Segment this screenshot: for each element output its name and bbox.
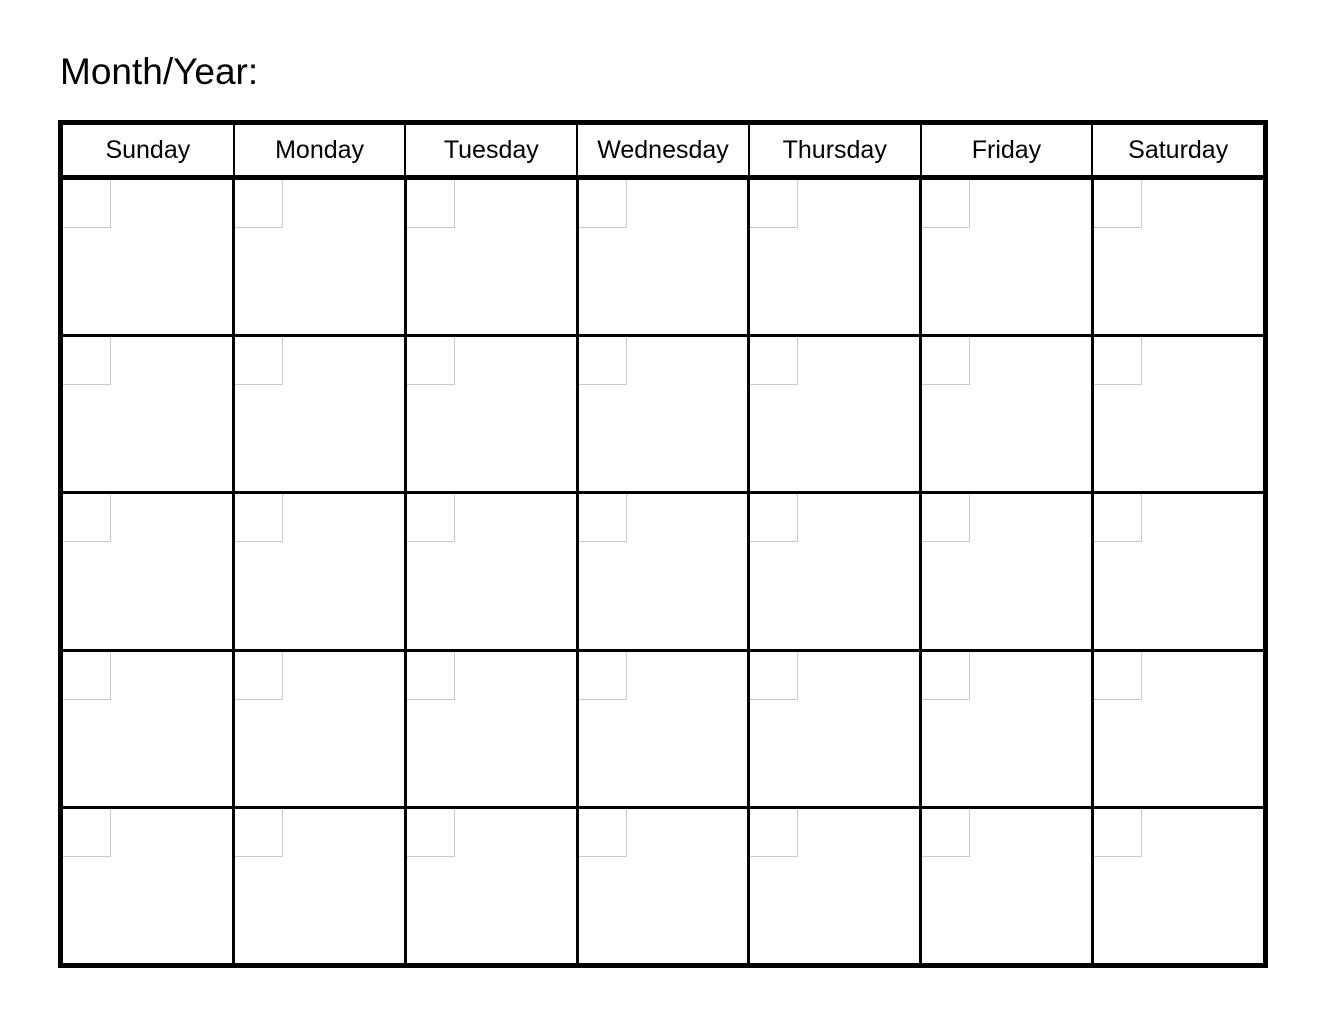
week-row: [63, 808, 1264, 964]
day-cell[interactable]: [1094, 494, 1264, 649]
date-number-box[interactable]: [1094, 651, 1143, 700]
date-number-box[interactable]: [234, 651, 283, 700]
weekday-header-monday: Monday: [235, 125, 407, 175]
day-cell[interactable]: [1094, 651, 1264, 806]
day-cell[interactable]: [406, 337, 579, 492]
day-cell[interactable]: [406, 180, 579, 335]
week-row: [63, 494, 1264, 652]
date-number-box[interactable]: [406, 808, 455, 857]
calendar-inner: Sunday Monday Tuesday Wednesday Thursday…: [63, 125, 1264, 964]
day-cell[interactable]: [922, 180, 1095, 335]
date-number-box[interactable]: [578, 651, 627, 700]
weekday-header-sunday: Sunday: [63, 125, 235, 175]
day-cell[interactable]: [234, 337, 407, 492]
date-number-box[interactable]: [578, 337, 627, 386]
week-row: [63, 651, 1264, 809]
date-number-box[interactable]: [406, 494, 455, 543]
day-cell[interactable]: [578, 651, 751, 806]
date-number-box[interactable]: [234, 180, 283, 228]
date-number-box[interactable]: [63, 180, 111, 228]
weekday-header-row: Sunday Monday Tuesday Wednesday Thursday…: [63, 125, 1263, 180]
day-cell[interactable]: [922, 494, 1095, 649]
day-cell[interactable]: [1094, 808, 1264, 964]
day-cell[interactable]: [922, 337, 1095, 492]
calendar-weeks: [63, 180, 1264, 964]
date-number-box[interactable]: [578, 180, 627, 228]
date-number-box[interactable]: [1094, 337, 1143, 386]
date-number-box[interactable]: [234, 337, 283, 386]
date-number-box[interactable]: [1094, 494, 1143, 543]
day-cell[interactable]: [750, 180, 923, 335]
date-number-box[interactable]: [750, 337, 799, 386]
date-number-box[interactable]: [922, 180, 971, 228]
date-number-box[interactable]: [234, 494, 283, 543]
date-number-box[interactable]: [63, 337, 111, 386]
weekday-header-saturday: Saturday: [1128, 135, 1229, 164]
day-cell[interactable]: [578, 180, 751, 335]
weekday-header-friday: Friday: [922, 125, 1094, 175]
day-cell[interactable]: [922, 808, 1095, 964]
date-number-box[interactable]: [63, 808, 111, 857]
day-cell[interactable]: [1094, 337, 1264, 492]
day-cell[interactable]: [63, 180, 235, 335]
date-number-box[interactable]: [1094, 180, 1143, 228]
date-number-box[interactable]: [63, 651, 111, 700]
day-cell[interactable]: [406, 808, 579, 964]
day-cell[interactable]: [406, 651, 579, 806]
date-number-box[interactable]: [922, 494, 971, 543]
week-row: [63, 337, 1264, 495]
date-number-box[interactable]: [922, 651, 971, 700]
date-number-box[interactable]: [578, 808, 627, 857]
date-number-box[interactable]: [406, 337, 455, 386]
date-number-box[interactable]: [922, 808, 971, 857]
day-cell[interactable]: [406, 494, 579, 649]
weekday-header-thursday: Thursday: [750, 125, 922, 175]
day-cell[interactable]: [234, 180, 407, 335]
day-cell[interactable]: [578, 808, 751, 964]
day-cell[interactable]: [578, 337, 751, 492]
day-cell[interactable]: [750, 337, 923, 492]
date-number-box[interactable]: [750, 494, 799, 543]
date-number-box[interactable]: [750, 808, 799, 857]
day-cell[interactable]: [63, 651, 235, 806]
day-cell[interactable]: [234, 651, 407, 806]
day-cell[interactable]: [63, 494, 235, 649]
weekday-header-tuesday: Tuesday: [406, 125, 579, 175]
date-number-box[interactable]: [578, 494, 627, 543]
calendar-grid: Sunday Monday Tuesday Wednesday Thursday…: [58, 120, 1268, 968]
date-number-box[interactable]: [406, 180, 455, 228]
day-cell[interactable]: [750, 494, 923, 649]
day-cell[interactable]: [234, 494, 407, 649]
date-number-box[interactable]: [1094, 808, 1143, 857]
day-cell[interactable]: [922, 651, 1095, 806]
date-number-box[interactable]: [234, 808, 283, 857]
week-row: [63, 180, 1264, 338]
day-cell[interactable]: [63, 337, 235, 492]
date-number-box[interactable]: [63, 494, 111, 543]
day-cell[interactable]: [63, 808, 235, 964]
weekday-header-wednesday: Wednesday: [578, 125, 750, 175]
day-cell[interactable]: [578, 494, 751, 649]
day-cell[interactable]: [750, 651, 923, 806]
day-cell[interactable]: [234, 808, 407, 964]
page-title: Month/Year:: [60, 51, 259, 92]
day-cell[interactable]: [750, 808, 923, 964]
day-cell[interactable]: [1094, 180, 1264, 335]
calendar-page: Month/Year: Sunday Monday Tuesday Wednes…: [0, 0, 1325, 1024]
date-number-box[interactable]: [750, 651, 799, 700]
date-number-box[interactable]: [922, 337, 971, 386]
date-number-box[interactable]: [750, 180, 799, 228]
date-number-box[interactable]: [406, 651, 455, 700]
